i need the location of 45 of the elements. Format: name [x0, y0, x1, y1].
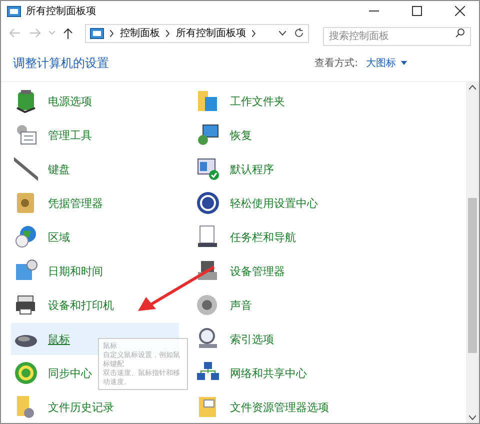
chevron-right-icon[interactable]: [110, 30, 114, 36]
close-icon[interactable]: [455, 6, 465, 16]
scrollbar-thumb[interactable]: [468, 198, 477, 353]
control-panel-item[interactable]: 设备管理器: [193, 255, 361, 287]
control-panel-item[interactable]: 任务栏和导航: [193, 221, 361, 253]
up-arrow-icon[interactable]: [63, 28, 73, 38]
control-panel-icon: [90, 28, 104, 38]
search-field[interactable]: 搜索控制面板: [323, 26, 471, 46]
control-panel-item[interactable]: 设备和打印机: [11, 289, 179, 321]
control-panel-item[interactable]: 轻松使用设置中心: [193, 187, 361, 219]
control-panel-item[interactable]: 默认程序: [193, 153, 361, 185]
maximize-icon[interactable]: [412, 6, 422, 16]
control-panel-item[interactable]: 文件历史记录: [11, 391, 179, 423]
breadcrumb-item[interactable]: 控制面板: [120, 26, 160, 40]
scroll-up-icon[interactable]: [469, 85, 476, 90]
control-panel-item[interactable]: 文件资源管理器选项: [193, 391, 361, 423]
breadcrumb-item[interactable]: 所有控制面板项: [176, 26, 246, 40]
chevron-right-icon[interactable]: [166, 30, 170, 36]
chevron-down-icon[interactable]: [279, 30, 286, 36]
monitor-icon: [195, 122, 221, 148]
page-heading: 调整计算机的设置: [13, 54, 109, 72]
control-panel-item[interactable]: 声音: [193, 289, 361, 321]
view-mode-dropdown[interactable]: 大图标: [366, 56, 407, 70]
search-icon[interactable]: [455, 28, 465, 38]
control-panel-item[interactable]: 管理工具: [11, 119, 179, 151]
refresh-icon[interactable]: [294, 28, 304, 38]
window-title: 所有控制面板项: [26, 4, 96, 18]
control-panel-icon: [7, 6, 21, 16]
control-panel-item[interactable]: 键盘: [11, 153, 179, 185]
control-panel-item[interactable]: 网络和共享中心: [193, 357, 361, 389]
chevron-right-icon[interactable]: [252, 30, 256, 36]
control-panel-item[interactable]: 日期和时间: [11, 255, 179, 287]
scroll-down-icon[interactable]: [469, 415, 476, 420]
scrollbar[interactable]: [466, 82, 479, 423]
control-panel-item[interactable]: 凭据管理器: [11, 187, 179, 219]
control-panel-item[interactable]: 恢复: [193, 119, 361, 151]
control-panel-item[interactable]: 工作文件夹: [193, 85, 361, 117]
view-by-label: 查看方式:: [314, 56, 358, 70]
control-panel-item[interactable]: 区域: [11, 221, 179, 253]
control-panel-item[interactable]: 索引选项: [193, 323, 361, 355]
check-window-icon: [195, 156, 221, 182]
address-bar[interactable]: 控制面板 所有控制面板项: [85, 24, 309, 42]
globe-icon: [13, 224, 39, 250]
control-panel-item[interactable]: 电源选项: [11, 85, 179, 117]
caret-icon: [401, 61, 407, 65]
